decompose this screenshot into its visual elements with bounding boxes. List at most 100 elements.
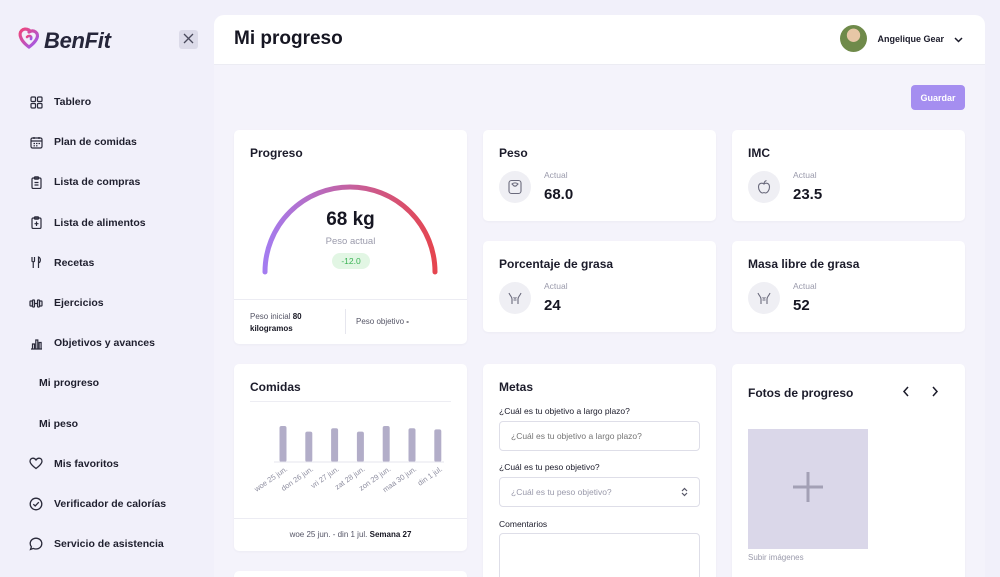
peso-card: Peso Actual 68.0 bbox=[483, 130, 716, 221]
sidebar-item-lista-de-compras[interactable]: Lista de compras bbox=[0, 162, 214, 202]
target-weight-input[interactable]: ¿Cuál es tu peso objetivo? bbox=[499, 477, 700, 507]
benfit-logo-icon bbox=[17, 26, 41, 55]
fotos-title: Fotos de progreso bbox=[748, 386, 854, 400]
previous-button[interactable] bbox=[899, 386, 913, 400]
target-weight-label: ¿Cuál es tu peso objetivo? bbox=[499, 462, 600, 472]
sidebar-item-label: Ejercicios bbox=[54, 297, 104, 310]
sidebar-item-ejercicios[interactable]: Ejercicios bbox=[0, 283, 214, 323]
imc-value: 23.5 bbox=[793, 186, 823, 203]
meal-bar bbox=[305, 431, 313, 462]
clipboard-icon bbox=[29, 175, 43, 189]
sidebar-nav: Tablero Plan de comidas Lista de compras… bbox=[0, 82, 214, 564]
sidebar-item-label: Plan de comidas bbox=[54, 136, 137, 149]
close-icon bbox=[183, 31, 194, 49]
user-menu[interactable]: Angelique Gear bbox=[840, 25, 963, 52]
masa-card: Masa libre de grasa Actual 52 bbox=[732, 241, 965, 332]
target-weight-value: - bbox=[406, 317, 409, 326]
next-button[interactable] bbox=[928, 386, 942, 400]
metas-card: Metas ¿Cuál es tu objetivo a largo plazo… bbox=[483, 364, 716, 577]
chevron-left-icon bbox=[902, 384, 910, 402]
sidebar-item-label: Servicio de asistencia bbox=[54, 538, 164, 551]
sidebar-item-objetivos-y-avances[interactable]: Objetivos y avances bbox=[0, 323, 214, 363]
meal-bar bbox=[434, 429, 442, 462]
stepper-icon[interactable] bbox=[681, 487, 688, 499]
imc-label: Actual bbox=[793, 170, 817, 180]
sidebar-item-label: Mi progreso bbox=[39, 377, 100, 390]
comidas-week: Semana 27 bbox=[369, 530, 412, 539]
comments-label: Comentarios bbox=[499, 519, 548, 529]
weight-diff-badge: -12.0 bbox=[332, 253, 370, 269]
body-icon bbox=[748, 282, 780, 314]
bar-chart-icon bbox=[29, 336, 43, 350]
meal-bar bbox=[356, 431, 364, 462]
sidebar-item-verificador-de-calorias[interactable]: Verificador de calorías bbox=[0, 484, 214, 524]
grasa-title: Porcentaje de grasa bbox=[499, 257, 614, 271]
sidebar-item-label: Verificador de calorías bbox=[54, 497, 167, 510]
grasa-card: Porcentaje de grasa Actual 24 bbox=[483, 241, 716, 332]
imc-card: IMC Actual 23.5 bbox=[732, 130, 965, 221]
divider bbox=[250, 401, 451, 402]
peso-title: Peso bbox=[499, 146, 528, 160]
meal-bar-label: din 1 jul. bbox=[416, 464, 444, 487]
sidebar-item-mis-favoritos[interactable]: Mis favoritos bbox=[0, 444, 214, 484]
current-weight-value: 68 kg bbox=[326, 209, 375, 230]
sidebar-item-lista-de-alimentos[interactable]: Lista de alimentos bbox=[0, 203, 214, 243]
meal-bar bbox=[331, 428, 339, 462]
comidas-title: Comidas bbox=[250, 380, 301, 394]
page-title: Mi progreso bbox=[234, 28, 343, 49]
main-content: Guardar Progreso 68 kg Peso actual -12.0… bbox=[214, 65, 985, 577]
meal-bar bbox=[279, 426, 287, 462]
sidebar-item-recetas[interactable]: Recetas bbox=[0, 243, 214, 283]
add-photo-button[interactable] bbox=[748, 429, 868, 549]
sidebar-item-mi-progreso[interactable]: Mi progreso bbox=[0, 363, 214, 403]
progress-title: Progreso bbox=[250, 146, 303, 160]
dumbbell-icon bbox=[29, 296, 43, 310]
scale-icon bbox=[499, 171, 531, 203]
chevron-right-icon bbox=[931, 384, 939, 402]
masa-value: 52 bbox=[793, 297, 810, 314]
fotos-card: Fotos de progreso Subir imágenes bbox=[732, 364, 965, 577]
meal-bar bbox=[408, 428, 416, 462]
sidebar-item-label: Mis favoritos bbox=[54, 457, 119, 470]
sidebar-item-label: Lista de compras bbox=[54, 176, 141, 189]
close-sidebar-button[interactable] bbox=[179, 30, 198, 49]
masa-label: Actual bbox=[793, 281, 817, 291]
comidas-footer: woe 25 jun. - din 1 jul. Semana 27 bbox=[234, 518, 467, 551]
plus-icon bbox=[792, 471, 824, 508]
target-weight-label: Peso objetivo bbox=[356, 317, 405, 326]
long-term-goal-input[interactable] bbox=[499, 421, 700, 451]
progress-card: Progreso 68 kg Peso actual -12.0 Peso in… bbox=[234, 130, 467, 344]
brand[interactable]: BenFit bbox=[17, 26, 111, 55]
comidas-chart: woe 25 jun.don 26 jun.vri 27 jun.zat 28 … bbox=[252, 426, 444, 494]
next-card bbox=[234, 571, 467, 577]
sidebar-item-plan-de-comidas[interactable]: Plan de comidas bbox=[0, 122, 214, 162]
save-button[interactable]: Guardar bbox=[911, 85, 965, 110]
body-icon bbox=[499, 282, 531, 314]
current-weight-label: Peso actual bbox=[325, 236, 376, 247]
initial-weight: Peso inicial 80 kilogramos bbox=[250, 311, 330, 335]
initial-weight-label: Peso inicial bbox=[250, 312, 291, 321]
clipboard-list-icon bbox=[29, 216, 43, 230]
grasa-label: Actual bbox=[544, 281, 568, 291]
comments-textarea[interactable] bbox=[499, 533, 700, 577]
sidebar-item-mi-peso[interactable]: Mi peso bbox=[0, 404, 214, 444]
progress-footer: Peso inicial 80 kilogramos Peso objetivo… bbox=[234, 299, 467, 344]
goal-label: ¿Cuál es tu objetivo a largo plazo? bbox=[499, 406, 630, 416]
peso-value: 68.0 bbox=[544, 186, 574, 203]
sidebar-item-label: Tablero bbox=[54, 96, 92, 109]
utensils-icon bbox=[29, 256, 43, 270]
apple-icon bbox=[748, 171, 780, 203]
upload-caption: Subir imágenes bbox=[748, 553, 804, 562]
calendar-icon bbox=[29, 135, 43, 149]
sidebar-item-label: Objetivos y avances bbox=[54, 337, 155, 350]
avatar bbox=[840, 25, 868, 52]
chevron-down-icon bbox=[954, 30, 963, 48]
brand-name: BenFit bbox=[44, 27, 111, 53]
masa-title: Masa libre de grasa bbox=[748, 257, 860, 271]
divider bbox=[345, 309, 346, 334]
peso-label: Actual bbox=[544, 170, 568, 180]
chat-icon bbox=[29, 537, 43, 551]
check-circle-icon bbox=[29, 497, 43, 511]
sidebar-item-tablero[interactable]: Tablero bbox=[0, 82, 214, 122]
sidebar-item-servicio-de-asistencia[interactable]: Servicio de asistencia bbox=[0, 524, 214, 564]
